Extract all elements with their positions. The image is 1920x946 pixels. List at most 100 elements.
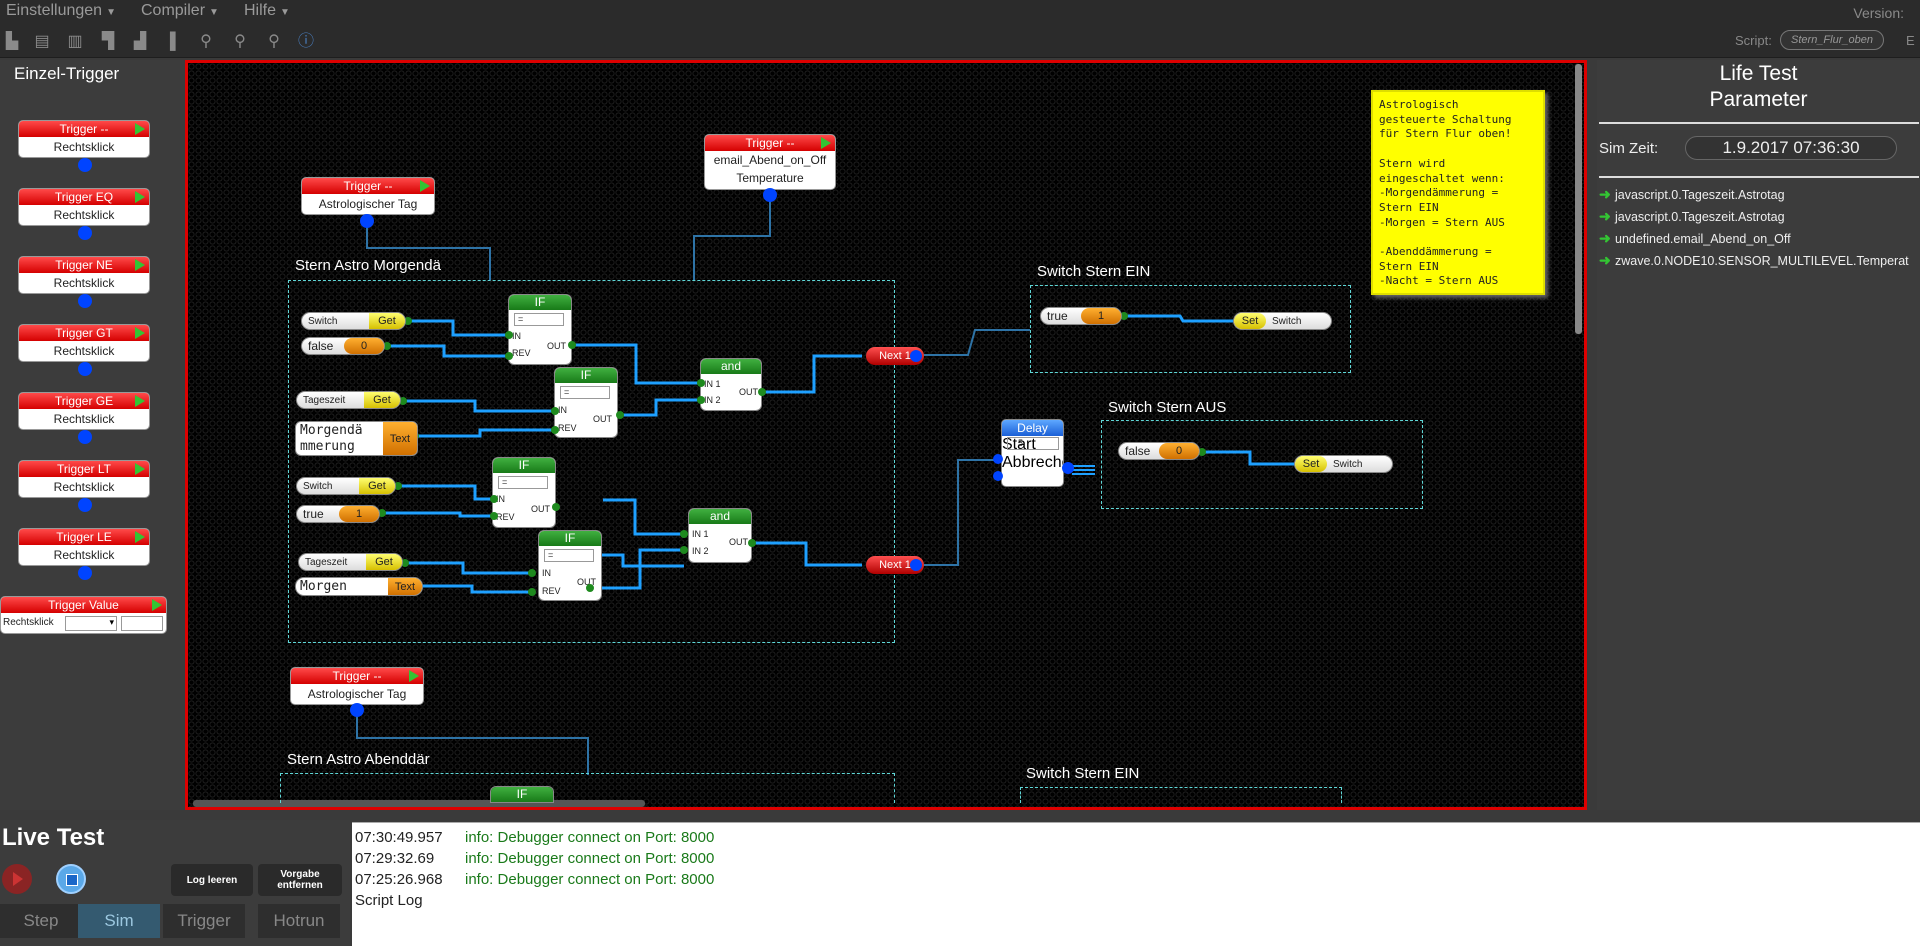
text-morgen[interactable]: Morgen Text	[295, 577, 423, 596]
align-top-icon[interactable]: ▜	[98, 32, 118, 52]
port-dot[interactable]	[697, 396, 705, 404]
zoom-out-icon[interactable]: ⚲	[230, 32, 250, 52]
trigger-email[interactable]: Trigger -- email_Abend_on_Off Temperature	[704, 134, 836, 190]
tab-sim[interactable]: Sim	[78, 904, 160, 938]
canvas-vertical-scrollbar[interactable]	[1575, 64, 1582, 334]
port-dot[interactable]	[490, 512, 498, 520]
if-block-2[interactable]: IF = IN REV OUT	[554, 367, 618, 438]
stop-button[interactable]	[56, 864, 86, 894]
trigger-astro-tag-2[interactable]: Trigger -- Astrologischer Tag	[290, 667, 424, 705]
if-block-5[interactable]: IF	[490, 786, 554, 803]
value-true-2[interactable]: true 1	[1040, 307, 1122, 325]
port-dot[interactable]	[748, 539, 756, 547]
get-tageszeit-1[interactable]: Tageszeit Get	[296, 391, 401, 409]
port-dot[interactable]	[490, 495, 498, 503]
tab-hotrun[interactable]: Hotrun	[258, 904, 340, 938]
text-morgendaemmerung[interactable]: Morgendä mmerung Text	[295, 421, 418, 456]
palette-trigger-ne[interactable]: Trigger NE Rechtsklick	[18, 256, 150, 294]
port-dot[interactable]	[528, 588, 536, 596]
palette-trigger-gt[interactable]: Trigger GT Rechtsklick	[18, 324, 150, 362]
note-comment[interactable]: Astrologisch gesteuerte Schaltung für St…	[1371, 90, 1545, 295]
value-input[interactable]	[121, 616, 163, 631]
output-port[interactable]	[910, 559, 922, 571]
output-port[interactable]	[78, 498, 92, 512]
port-dot[interactable]	[758, 388, 766, 396]
palette-trigger-any[interactable]: Trigger -- Rechtsklick	[18, 120, 150, 158]
operator-select[interactable]: ▾	[65, 616, 117, 631]
port-dot[interactable]	[528, 569, 536, 577]
align-center-icon[interactable]: ▤	[32, 32, 52, 52]
palette-trigger-le[interactable]: Trigger LE Rechtsklick	[18, 528, 150, 566]
if-block-3[interactable]: IF = IN REV OUT	[492, 457, 556, 528]
output-port[interactable]	[78, 158, 92, 172]
output-port[interactable]	[910, 350, 922, 362]
bar-chart-icon[interactable]: ▐	[160, 32, 180, 52]
output-port[interactable]	[1062, 462, 1074, 474]
port-dot[interactable]	[505, 352, 513, 360]
port-dot[interactable]	[551, 407, 559, 415]
port-dot[interactable]	[505, 331, 513, 339]
operator-select[interactable]: =	[498, 476, 548, 489]
tab-trigger[interactable]: Trigger	[163, 904, 245, 938]
align-left-icon[interactable]: ▙	[2, 32, 22, 52]
param-item[interactable]: ➜ javascript.0.Tageszeit.Astrotag	[1599, 186, 1785, 203]
menu-hilfe[interactable]: Hilfe ▼	[244, 2, 290, 20]
value-false-1[interactable]: false 0	[301, 337, 385, 355]
port-dot[interactable]	[586, 584, 594, 592]
trigger-astro-tag[interactable]: Trigger -- Astrologischer Tag	[301, 177, 435, 215]
palette-trigger-ge[interactable]: Trigger GE Rechtsklick	[18, 392, 150, 430]
port-dot[interactable]	[551, 426, 559, 434]
value-true-1[interactable]: true 1	[296, 505, 380, 523]
operator-select[interactable]: =	[544, 549, 594, 562]
output-port[interactable]	[78, 430, 92, 444]
input-port[interactable]	[993, 471, 1003, 481]
output-port[interactable]	[78, 294, 92, 308]
delay-block[interactable]: Delay 5 Start Abbrechen	[1001, 419, 1064, 487]
input-port[interactable]	[993, 454, 1003, 464]
set-switch-ein[interactable]: Set Switch	[1233, 312, 1332, 330]
palette-trigger-value[interactable]: Trigger Value Rechtsklick ▾	[0, 596, 167, 634]
tab-step[interactable]: Step	[0, 904, 82, 938]
vorgabe-entfernen-button[interactable]: Vorgabe entfernen	[258, 864, 342, 896]
log-leeren-button[interactable]: Log leeren	[171, 864, 253, 896]
port-dot[interactable]	[616, 411, 624, 419]
align-right-icon[interactable]: ▥	[65, 32, 85, 52]
palette-trigger-lt[interactable]: Trigger LT Rechtsklick	[18, 460, 150, 498]
menu-compiler[interactable]: Compiler ▼	[141, 2, 219, 20]
get-switch-1[interactable]: Switch Get	[301, 312, 406, 330]
group-abend[interactable]	[280, 773, 895, 803]
and-block-1[interactable]: and IN 1 IN 2 OUT	[700, 358, 762, 411]
param-item[interactable]: ➜ javascript.0.Tageszeit.Astrotag	[1599, 208, 1785, 225]
if-block-1[interactable]: IF = IN REV OUT	[508, 294, 572, 365]
palette-trigger-eq[interactable]: Trigger EQ Rechtsklick	[18, 188, 150, 226]
output-port[interactable]	[350, 703, 364, 717]
group-switch-ein-2[interactable]	[1020, 787, 1342, 803]
output-port[interactable]	[78, 566, 92, 580]
delay-input[interactable]: 5	[1007, 437, 1059, 450]
param-item[interactable]: ➜ undefined.email_Abend_on_Off	[1599, 230, 1791, 247]
port-dot[interactable]	[680, 530, 688, 538]
menu-einstellungen[interactable]: Einstellungen ▼	[6, 2, 116, 20]
set-switch-aus[interactable]: Set Switch	[1294, 455, 1393, 473]
get-switch-2[interactable]: Switch Get	[296, 477, 396, 495]
script-name-field[interactable]: Stern_Flur_oben	[1780, 30, 1884, 50]
zoom-reset-icon[interactable]: ⚲	[264, 32, 284, 52]
port-dot[interactable]	[552, 503, 560, 511]
zoom-in-icon[interactable]: ⚲	[196, 32, 216, 52]
port-dot[interactable]	[680, 546, 688, 554]
port-dot[interactable]	[697, 379, 705, 387]
run-button[interactable]	[2, 864, 32, 894]
operator-select[interactable]: =	[514, 313, 564, 326]
output-port[interactable]	[360, 214, 374, 228]
operator-select[interactable]: =	[560, 386, 610, 399]
get-tageszeit-2[interactable]: Tageszeit Get	[298, 553, 403, 571]
param-item[interactable]: ➜ zwave.0.NODE10.SENSOR_MULTILEVEL.Temper…	[1599, 252, 1909, 269]
and-block-2[interactable]: and IN 1 IN 2 OUT	[688, 508, 752, 563]
info-icon[interactable]: ⓘ	[296, 32, 316, 52]
sim-time-field[interactable]: 1.9.2017 07:36:30	[1685, 136, 1897, 160]
output-port[interactable]	[763, 188, 777, 202]
output-port[interactable]	[78, 226, 92, 240]
port-dot[interactable]	[568, 341, 576, 349]
value-false-2[interactable]: false 0	[1118, 442, 1200, 460]
distribute-icon[interactable]: ▟	[130, 32, 150, 52]
